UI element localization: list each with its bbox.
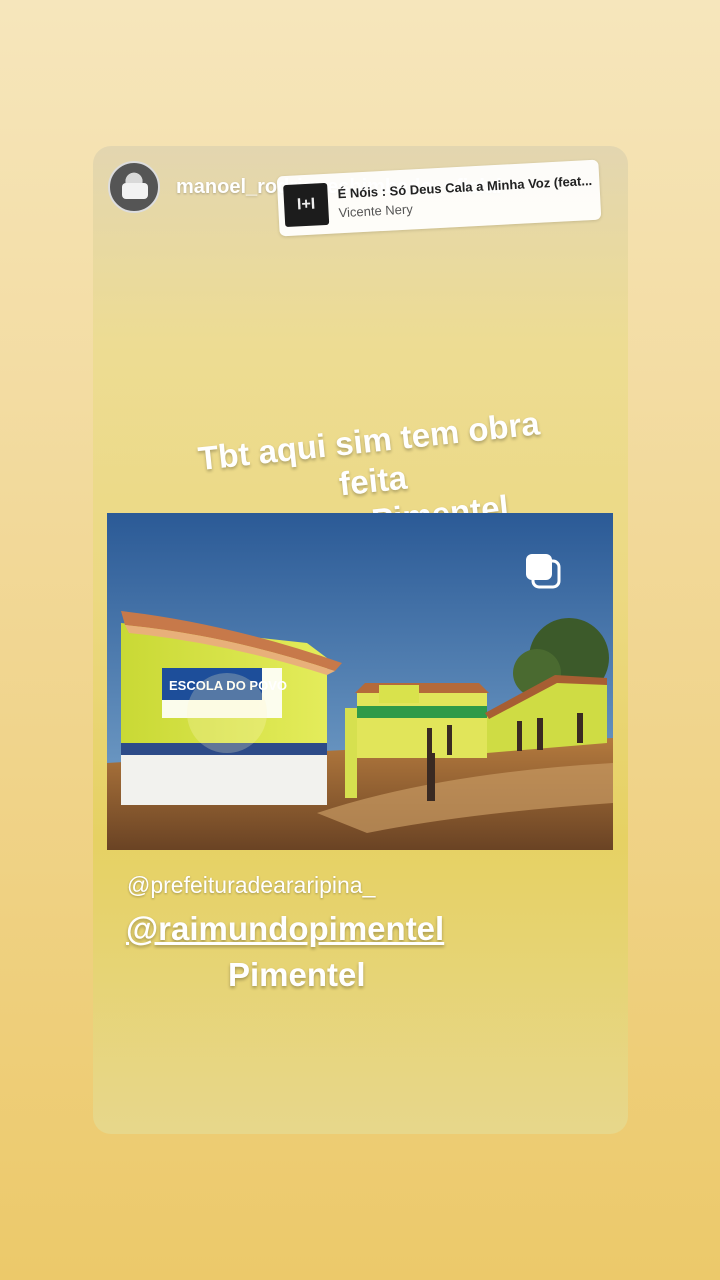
mention-pimentel-text: Pimentel [228,956,366,993]
story-card[interactable]: manoel_rodriguesbimbado_oficial I+I É Nó… [93,146,628,1134]
avatar[interactable] [108,161,160,213]
mention-raimundopimentel[interactable]: @raimundopimentel [126,910,444,948]
album-art-icon: I+I [283,182,330,228]
mention-prefeitura[interactable]: @prefeituradeararipina_ [127,872,375,899]
copy-icon[interactable] [523,551,563,591]
album-art-label: I+I [296,195,316,214]
song-info: É Nóis : Só Deus Cala a Minha Voz (feat.… [337,173,593,220]
